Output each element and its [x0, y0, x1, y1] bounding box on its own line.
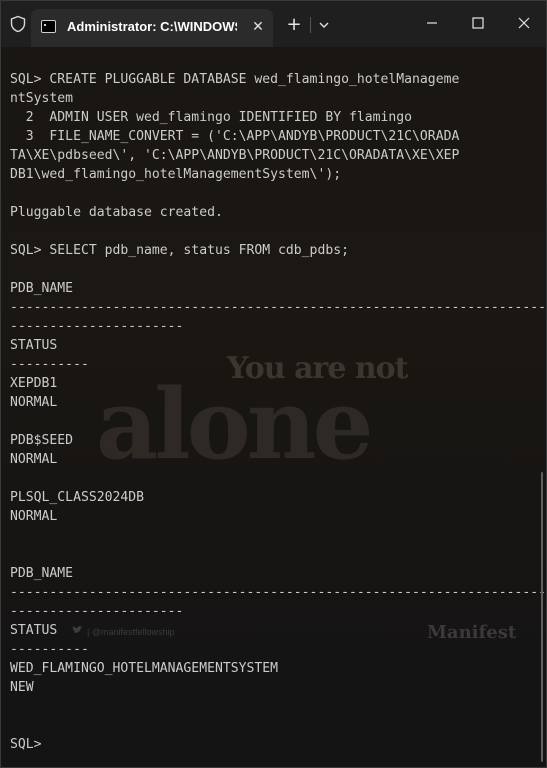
tab-administrator[interactable]: Administrator: C:\WINDOWS\ ✕	[31, 9, 273, 47]
terminal-line: PDB_NAME	[10, 566, 74, 581]
terminal-line: PDB_NAME	[10, 281, 74, 296]
terminal-line: 2 ADMIN USER wed_flamingo IDENTIFIED BY …	[10, 110, 413, 125]
terminal-line: WED_FLAMINGO_HOTELMANAGEMENTSYSTEM	[10, 661, 279, 676]
terminal-line: ----------------------	[10, 319, 184, 334]
divider	[310, 17, 311, 33]
console-icon	[41, 20, 56, 33]
shield-icon	[10, 15, 26, 33]
terminal-line: 3 FILE_NAME_CONVERT = ('C:\APP\ANDYB\PRO…	[10, 129, 460, 144]
terminal-line: SQL>	[10, 737, 42, 752]
terminal-line: ----------	[10, 357, 89, 372]
terminal-line: STATUS	[10, 623, 58, 638]
terminal-lines: SQL> CREATE PLUGGABLE DATABASE wed_flami…	[10, 70, 546, 754]
terminal-line: XEPDB1	[10, 376, 58, 391]
chevron-down-icon[interactable]	[315, 15, 333, 35]
terminal-line: SQL> SELECT pdb_name, status FROM cdb_pd…	[10, 243, 349, 258]
terminal-line: ----------------------	[10, 604, 184, 619]
terminal-line: ----------------------------------------…	[10, 585, 546, 600]
terminal-line: NORMAL	[10, 452, 58, 467]
terminal-window: Administrator: C:\WINDOWS\ ✕ + You are n…	[0, 0, 547, 768]
maximize-button[interactable]	[467, 13, 489, 33]
close-window-button[interactable]	[513, 13, 535, 33]
terminal-line: Pluggable database created.	[10, 205, 223, 220]
terminal-line: NORMAL	[10, 509, 58, 524]
title-bar[interactable]: Administrator: C:\WINDOWS\ ✕ +	[1, 1, 546, 47]
terminal-line: ----------	[10, 642, 89, 657]
minimize-button[interactable]	[421, 13, 443, 33]
terminal-line: PDB$SEED	[10, 433, 74, 448]
terminal-line: DB1\wed_flamingo_hotelManagementSystem\'…	[10, 167, 342, 182]
terminal-output[interactable]: You are not alone | @manifestfellowship …	[1, 47, 546, 767]
terminal-line: SQL> CREATE PLUGGABLE DATABASE wed_flami…	[10, 72, 460, 87]
scrollbar[interactable]	[541, 472, 543, 762]
new-tab-button[interactable]: +	[284, 15, 304, 35]
terminal-line: NORMAL	[10, 395, 58, 410]
terminal-line: STATUS	[10, 338, 58, 353]
terminal-line: ntSystem	[10, 91, 74, 106]
terminal-line: TA\XE\pdbseed\', 'C:\APP\ANDYB\PRODUCT\2…	[10, 148, 460, 163]
tab-close-icon[interactable]: ✕	[249, 18, 267, 36]
terminal-line: NEW	[10, 680, 34, 695]
tab-title: Administrator: C:\WINDOWS\	[67, 19, 237, 34]
terminal-line: PLSQL_CLASS2024DB	[10, 490, 145, 505]
terminal-line: ----------------------------------------…	[10, 300, 546, 315]
